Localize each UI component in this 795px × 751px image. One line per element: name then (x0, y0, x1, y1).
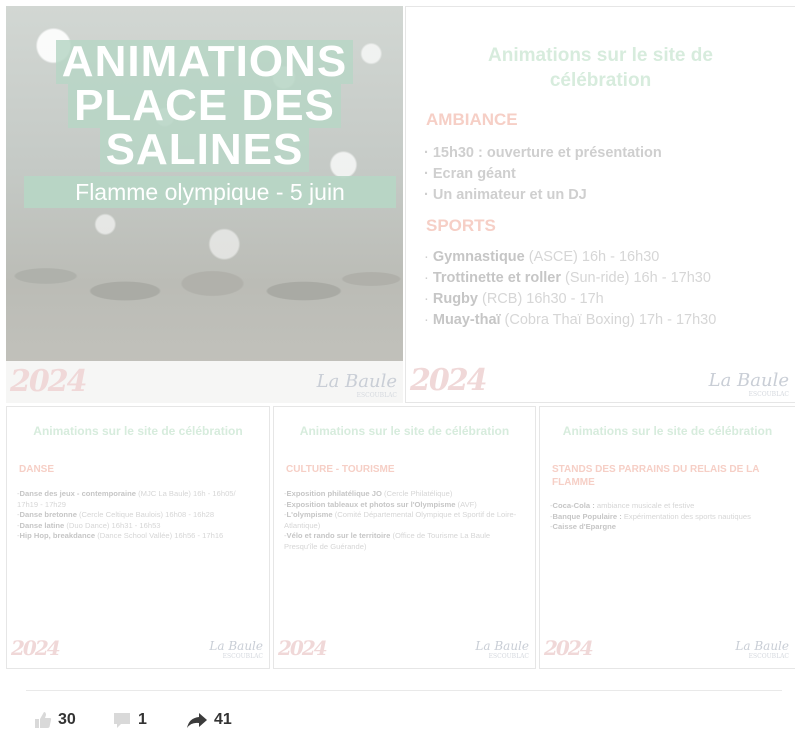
like-count: 30 (58, 711, 76, 728)
list-item: -Hip Hop, breakdance (Dance School Vallé… (17, 531, 224, 540)
la-baule-logo: La Baule ESCOUBLAC (475, 639, 529, 660)
crowd-silhouettes (6, 216, 403, 366)
la-baule-logo: La Baule ESCOUBLAC (735, 639, 789, 660)
stats-divider (26, 690, 782, 691)
danse-list: -Danse des jeux - contemporaine (MJC La … (17, 489, 257, 542)
hero-title-line: SALINES (99, 128, 310, 172)
list-item: · 15h30 : ouverture et présentation (424, 145, 662, 161)
list-item: -Coca-Cola : ambiance musicale et festiv… (550, 501, 695, 510)
hero-title-line: ANIMATIONS (55, 40, 354, 84)
list-item: · Rugby (RCB) 16h30 - 17h (424, 291, 604, 307)
paris-2024-logo: 2024 (11, 636, 61, 660)
list-item: · Trottinette et roller (Sun-ride) 16h -… (424, 270, 711, 286)
card-title: Animations sur le site de célébration (299, 424, 510, 438)
thumbs-up-icon (34, 711, 52, 729)
card-title: Animations sur le site de célébration (562, 424, 773, 438)
comment-count-button[interactable]: 1 (112, 709, 147, 731)
like-count-button[interactable]: 30 (34, 709, 76, 731)
section-heading-ambiance: AMBIANCE (426, 110, 518, 129)
post-image-program-stands[interactable]: Animations sur le site de célébration ST… (539, 406, 795, 669)
section-heading-culture: CULTURE - TOURISME (286, 464, 395, 475)
culture-list: -Exposition philatélique JO (Cercle Phil… (284, 489, 524, 552)
list-item: · Un animateur et un DJ (424, 187, 587, 203)
share-arrow-icon (186, 711, 208, 729)
share-count: 41 (214, 711, 232, 728)
card-title: Animations sur le site de célébration (488, 45, 713, 91)
sports-list: · Gymnastique (ASCE) 16h - 16h30 · Trott… (424, 247, 716, 331)
hero-title-line: PLACE DES (68, 84, 341, 128)
list-item: -Caisse d'Epargne (550, 522, 616, 531)
list-item: -Exposition tableaux et photos sur l'Oly… (284, 499, 477, 509)
list-item: · Muay-thaï (Cobra Thaï Boxing) 17h - 17… (424, 312, 717, 328)
section-heading-stands: STANDS DES PARRAINS DU RELAIS DE LA FLAM… (552, 464, 760, 488)
post-image-program-main[interactable]: Animations sur le site de célébration AM… (405, 6, 795, 403)
comment-count: 1 (138, 711, 147, 728)
hero-subtitle: Flamme olympique - 5 juin (24, 176, 396, 208)
list-item: -Vélo et rando sur le territoire (Office… (284, 531, 491, 551)
hero-title: ANIMATIONS PLACE DES SALINES (6, 40, 403, 172)
comment-icon (112, 711, 132, 729)
list-item: -L'olympisme (Comité Départemental Olymp… (284, 510, 517, 530)
share-count-button[interactable]: 41 (186, 709, 232, 731)
list-item: -Banque Populaire : Expérimentation des … (550, 511, 751, 521)
list-item: -Exposition philatélique JO (Cercle Phil… (284, 489, 453, 498)
post-image-program-danse[interactable]: Animations sur le site de célébration DA… (6, 406, 270, 669)
la-baule-logo: La Baule ESCOUBLAC (209, 639, 263, 660)
la-baule-logo: La Baule ESCOUBLAC (316, 371, 397, 399)
card-title: Animations sur le site de célébration (33, 424, 243, 438)
section-heading-sports: SPORTS (426, 216, 496, 235)
la-baule-logo: La Baule ESCOUBLAC (708, 370, 789, 398)
post-image-program-culture[interactable]: Animations sur le site de célébration CU… (273, 406, 536, 669)
list-item: -Danse latine (Duo Dance) 16h31 - 16h53 (17, 520, 161, 530)
paris-2024-logo: 2024 (410, 363, 487, 398)
paris-2024-logo: 2024 (544, 636, 594, 660)
list-item: · Ecran géant (424, 166, 516, 182)
list-item: -Danse des jeux - contemporaine (MJC La … (17, 489, 236, 509)
ambiance-list: · 15h30 : ouverture et présentation · Ec… (424, 143, 662, 206)
paris-2024-logo: 2024 (10, 364, 87, 399)
list-item: · Gymnastique (ASCE) 16h - 16h30 (424, 249, 660, 265)
stands-list: -Coca-Cola : ambiance musicale et festiv… (550, 501, 780, 533)
list-item: -Danse bretonne (Cercle Celtique Baulois… (17, 510, 215, 519)
post-image-hero[interactable]: ANIMATIONS PLACE DES SALINES Flamme olym… (6, 6, 403, 403)
paris-2024-logo: 2024 (278, 636, 328, 660)
section-heading-danse: DANSE (19, 464, 55, 475)
